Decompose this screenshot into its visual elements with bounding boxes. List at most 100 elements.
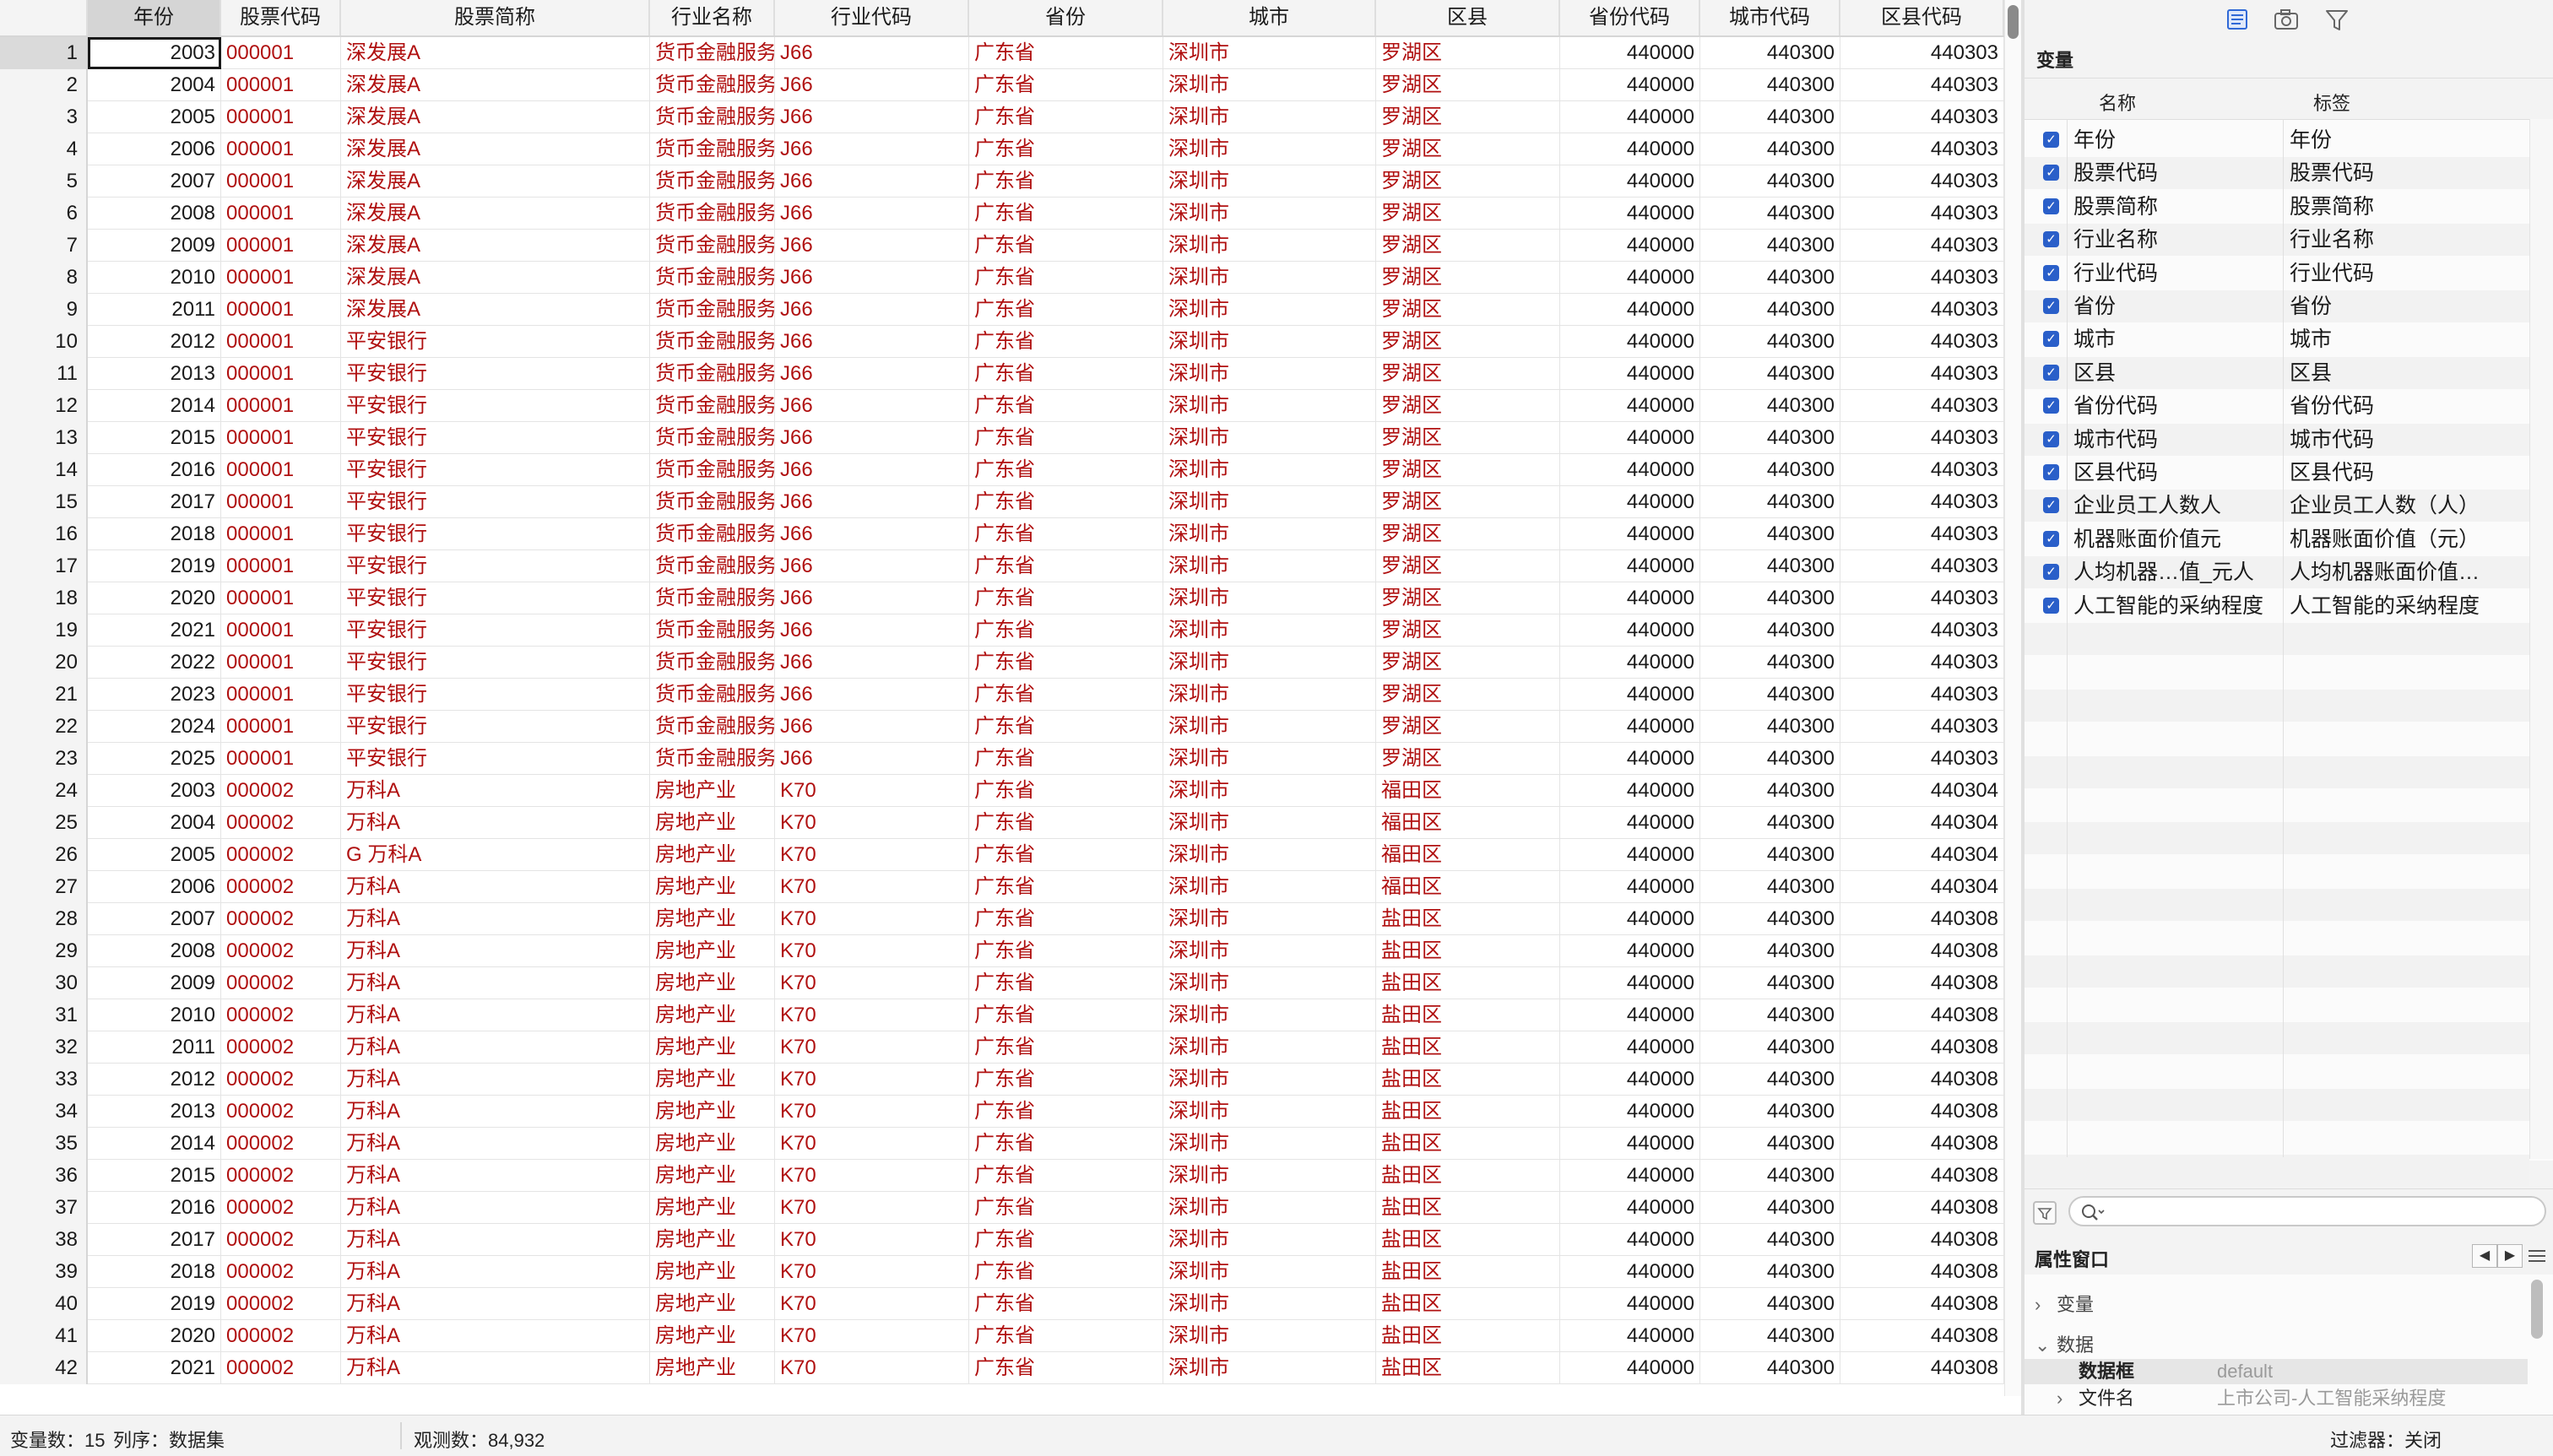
table-cell[interactable]: 盐田区 xyxy=(1376,1064,1560,1096)
table-cell[interactable]: 440000 xyxy=(1560,839,1700,871)
table-row[interactable]: 38 2017 000002 万科A 房地产业 K70 广东省 深圳市 盐田区 440000 440… xyxy=(0,1224,2004,1256)
table-cell[interactable]: J66 xyxy=(775,101,969,133)
table-cell[interactable]: 000002 xyxy=(221,1160,341,1192)
table-cell[interactable]: 深圳市 xyxy=(1163,1031,1376,1064)
table-cell[interactable]: 广东省 xyxy=(969,711,1163,743)
table-cell[interactable]: 440300 xyxy=(1700,230,1840,262)
table-cell[interactable]: 440300 xyxy=(1700,1256,1840,1288)
table-cell[interactable]: 盐田区 xyxy=(1376,1224,1560,1256)
table-cell[interactable]: 000001 xyxy=(221,743,341,775)
table-cell[interactable]: 000001 xyxy=(221,550,341,582)
menu-icon[interactable] xyxy=(2526,1246,2548,1266)
table-cell[interactable]: 2005 xyxy=(88,839,221,871)
table-cell[interactable]: 万科A xyxy=(341,1160,650,1192)
row-number[interactable]: 3 xyxy=(0,101,88,133)
grid-vertical-scroll-thumb[interactable] xyxy=(2008,5,2019,39)
table-cell[interactable]: 000002 xyxy=(221,1352,341,1384)
table-cell[interactable]: 福田区 xyxy=(1376,775,1560,807)
table-cell[interactable]: J66 xyxy=(775,711,969,743)
table-cell[interactable]: 广东省 xyxy=(969,1288,1163,1320)
row-number[interactable]: 8 xyxy=(0,262,88,294)
table-cell[interactable]: K70 xyxy=(775,1224,969,1256)
column-header[interactable]: 城市 xyxy=(1163,0,1376,35)
table-cell[interactable]: 深圳市 xyxy=(1163,454,1376,486)
table-cell[interactable]: 000002 xyxy=(221,1031,341,1064)
table-cell[interactable]: 440300 xyxy=(1700,550,1840,582)
variable-row[interactable]: ✓ 区县 区县 xyxy=(2025,356,2529,389)
table-cell[interactable]: 罗湖区 xyxy=(1376,165,1560,198)
table-cell[interactable]: 440300 xyxy=(1700,935,1840,967)
variable-row[interactable]: ✓ 城市 城市 xyxy=(2025,323,2529,355)
table-cell[interactable]: 440308 xyxy=(1840,903,2004,935)
table-cell[interactable]: 货币金融服务 xyxy=(650,133,775,165)
table-cell[interactable]: 深发展A xyxy=(341,133,650,165)
table-cell[interactable]: 440303 xyxy=(1840,486,2004,518)
table-cell[interactable]: 盐田区 xyxy=(1376,1031,1560,1064)
table-row[interactable]: 31 2010 000002 万科A 房地产业 K70 广东省 深圳市 盐田区 440000 440… xyxy=(0,999,2004,1031)
table-cell[interactable]: 440000 xyxy=(1560,1096,1700,1128)
table-cell[interactable]: 罗湖区 xyxy=(1376,518,1560,550)
variable-row[interactable]: ✓ 行业代码 行业代码 xyxy=(2025,257,2529,290)
table-cell[interactable]: 平安银行 xyxy=(341,711,650,743)
table-cell[interactable]: 罗湖区 xyxy=(1376,262,1560,294)
column-header[interactable]: 区县代码 xyxy=(1840,0,2004,35)
table-cell[interactable]: 440303 xyxy=(1840,679,2004,711)
table-cell[interactable]: 2014 xyxy=(88,390,221,422)
table-cell[interactable]: 广东省 xyxy=(969,614,1163,647)
table-cell[interactable]: 平安银行 xyxy=(341,486,650,518)
table-cell[interactable]: 2017 xyxy=(88,486,221,518)
table-cell[interactable]: 440300 xyxy=(1700,775,1840,807)
table-cell[interactable]: K70 xyxy=(775,1288,969,1320)
table-cell[interactable]: 盐田区 xyxy=(1376,1160,1560,1192)
variable-row[interactable]: ✓ 机器账面价值元 机器账面价值（元） xyxy=(2025,523,2529,555)
table-cell[interactable]: 深圳市 xyxy=(1163,903,1376,935)
row-number[interactable]: 37 xyxy=(0,1192,88,1224)
row-number[interactable]: 27 xyxy=(0,871,88,903)
table-cell[interactable]: 000002 xyxy=(221,1064,341,1096)
row-number[interactable]: 5 xyxy=(0,165,88,198)
table-cell[interactable]: 深圳市 xyxy=(1163,679,1376,711)
table-cell[interactable]: 440303 xyxy=(1840,614,2004,647)
column-header[interactable]: 年份 xyxy=(88,0,221,35)
variable-row[interactable]: ✓ 股票简称 股票简称 xyxy=(2025,191,2529,223)
table-row[interactable]: 20 2022 000001 平安银行 货币金融服务 J66 广东省 深圳市 罗湖区 440000… xyxy=(0,647,2004,679)
table-cell[interactable]: 货币金融服务 xyxy=(650,262,775,294)
row-number[interactable]: 9 xyxy=(0,294,88,326)
table-cell[interactable]: 2017 xyxy=(88,1224,221,1256)
table-cell[interactable]: 广东省 xyxy=(969,1031,1163,1064)
table-cell[interactable]: 000001 xyxy=(221,37,341,69)
table-cell[interactable]: 深圳市 xyxy=(1163,807,1376,839)
table-cell[interactable]: 房地产业 xyxy=(650,1288,775,1320)
row-number[interactable]: 17 xyxy=(0,550,88,582)
table-cell[interactable]: 000002 xyxy=(221,1192,341,1224)
table-cell[interactable]: 440308 xyxy=(1840,1352,2004,1384)
table-row[interactable]: 19 2021 000001 平安银行 货币金融服务 J66 广东省 深圳市 罗湖区 440000… xyxy=(0,614,2004,647)
variable-checkbox[interactable]: ✓ xyxy=(2043,398,2059,414)
table-cell[interactable]: 深圳市 xyxy=(1163,1352,1376,1384)
table-cell[interactable]: 000001 xyxy=(221,165,341,198)
table-cell[interactable]: 440000 xyxy=(1560,133,1700,165)
table-cell[interactable]: 440303 xyxy=(1840,743,2004,775)
table-cell[interactable]: 深圳市 xyxy=(1163,422,1376,454)
table-cell[interactable]: J66 xyxy=(775,358,969,390)
table-cell[interactable]: 广东省 xyxy=(969,999,1163,1031)
table-cell[interactable]: J66 xyxy=(775,647,969,679)
table-cell[interactable]: 000001 xyxy=(221,230,341,262)
row-number[interactable]: 15 xyxy=(0,486,88,518)
table-row[interactable]: 35 2014 000002 万科A 房地产业 K70 广东省 深圳市 盐田区 440000 440… xyxy=(0,1128,2004,1160)
table-cell[interactable]: 440304 xyxy=(1840,839,2004,871)
table-row[interactable]: 5 2007 000001 深发展A 货币金融服务 J66 广东省 深圳市 罗湖区 440000 4… xyxy=(0,165,2004,198)
table-cell[interactable]: 万科A xyxy=(341,1352,650,1384)
row-number[interactable]: 11 xyxy=(0,358,88,390)
table-cell[interactable]: 440000 xyxy=(1560,1256,1700,1288)
table-cell[interactable]: 万科A xyxy=(341,1128,650,1160)
table-row[interactable]: 39 2018 000002 万科A 房地产业 K70 广东省 深圳市 盐田区 440000 440… xyxy=(0,1256,2004,1288)
table-cell[interactable]: 广东省 xyxy=(969,198,1163,230)
table-cell[interactable]: 000001 xyxy=(221,69,341,101)
table-cell[interactable]: 440308 xyxy=(1840,935,2004,967)
table-cell[interactable]: J66 xyxy=(775,133,969,165)
variable-row[interactable]: ✓ 省份 省份 xyxy=(2025,290,2529,322)
table-cell[interactable]: 罗湖区 xyxy=(1376,230,1560,262)
table-cell[interactable]: 2013 xyxy=(88,358,221,390)
table-cell[interactable]: 房地产业 xyxy=(650,999,775,1031)
